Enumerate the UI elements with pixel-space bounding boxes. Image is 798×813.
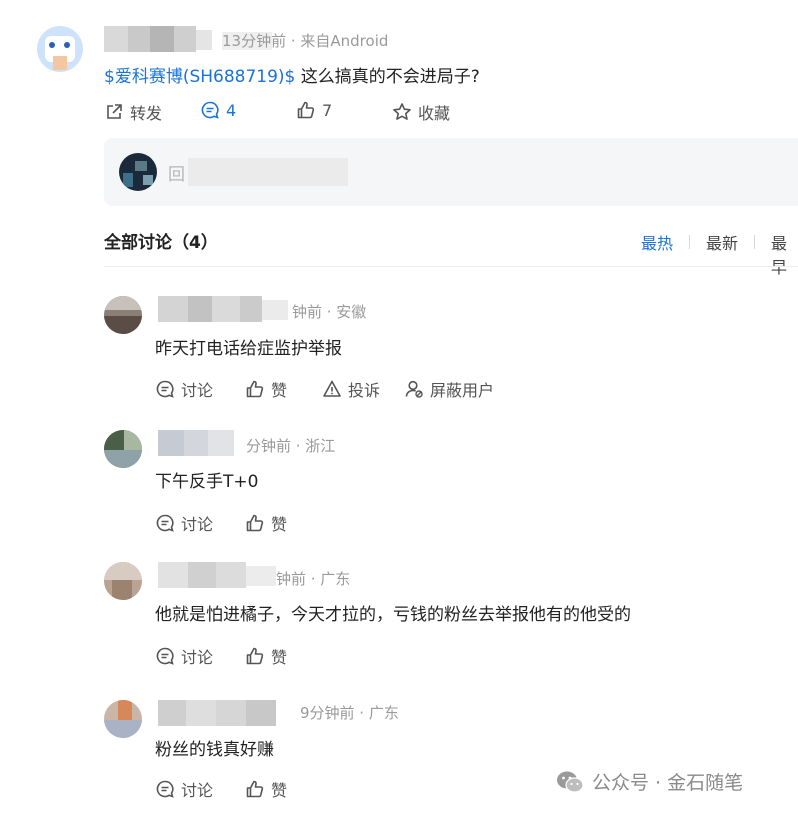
post-content: $爱科赛博(SH688719)$ 这么搞真的不会进局子? — [104, 62, 480, 87]
report-label: 投诉 — [348, 381, 381, 400]
comment-icon — [156, 647, 174, 665]
comment-text: 下午反手T+0 — [155, 472, 259, 492]
discuss-button[interactable]: 讨论 — [155, 644, 213, 668]
wechat-icon — [557, 771, 584, 793]
comment-button[interactable]: 4 — [200, 100, 236, 120]
block-user-label: 屏蔽用户 — [430, 381, 495, 400]
repost-label: 转发 — [130, 104, 163, 123]
favorite-button[interactable]: 收藏 — [392, 100, 450, 124]
discuss-button[interactable]: 讨论 — [155, 511, 213, 535]
comment-author-redacted[interactable] — [158, 700, 290, 726]
like-label: 赞 — [271, 381, 288, 400]
comment-text: 他就是怕进橘子，今天才拉的，亏钱的粉丝去举报他有的他受的 — [155, 605, 631, 625]
thumbs-up-icon — [246, 514, 264, 532]
comment-count: 4 — [226, 100, 237, 120]
like-label: 赞 — [271, 648, 288, 667]
discussion-title: 全部讨论（4） — [104, 233, 218, 253]
like-label: 赞 — [271, 515, 288, 534]
post-meta: 13分钟前 · 来自Android — [222, 32, 389, 50]
sort-divider — [754, 235, 755, 249]
discuss-label: 讨论 — [181, 381, 214, 400]
sort-hot-tab[interactable]: 最热 — [641, 230, 673, 254]
discuss-label: 讨论 — [181, 515, 214, 534]
comment-meta: 9分钟前 · 广东 — [300, 704, 399, 722]
sort-new-tab[interactable]: 最新 — [706, 230, 738, 254]
like-button[interactable]: 赞 — [245, 777, 287, 801]
comment-meta: 分钟前 · 浙江 — [246, 437, 336, 455]
report-button[interactable]: 投诉 — [322, 377, 380, 401]
comment-text: 粉丝的钱真好赚 — [155, 740, 274, 760]
repost-button[interactable]: 转发 — [104, 100, 162, 124]
comment-author-redacted[interactable] — [158, 562, 276, 588]
like-label: 赞 — [271, 781, 288, 800]
like-button[interactable]: 赞 — [245, 377, 287, 401]
discuss-label: 讨论 — [181, 648, 214, 667]
comment-text: 昨天打电话给症监护举报 — [155, 339, 342, 359]
reply-redacted — [188, 158, 348, 186]
comment-avatar[interactable] — [104, 562, 142, 600]
comment-icon — [156, 380, 174, 398]
user-block-icon — [405, 380, 423, 398]
like-count: 7 — [322, 100, 333, 120]
comment-icon — [156, 780, 174, 798]
comment-icon — [156, 514, 174, 532]
discuss-button[interactable]: 讨论 — [155, 377, 213, 401]
discuss-button[interactable]: 讨论 — [155, 777, 213, 801]
comment-meta: 钟前 · 广东 — [276, 570, 351, 588]
thumbs-up-icon — [297, 101, 315, 119]
comment-avatar[interactable] — [104, 430, 142, 468]
watermark-text: 公众号 · 金石随笔 — [592, 772, 744, 794]
favorite-label: 收藏 — [418, 104, 451, 123]
share-icon — [107, 104, 122, 119]
like-button[interactable]: 7 — [296, 100, 332, 120]
discuss-label: 讨论 — [181, 781, 214, 800]
comment-author-redacted[interactable] — [158, 296, 288, 322]
thumbs-up-icon — [246, 380, 264, 398]
star-icon — [393, 103, 411, 120]
comment-author-redacted[interactable] — [158, 430, 234, 456]
sort-divider — [689, 235, 690, 249]
reply-box[interactable]: 回 — [104, 138, 798, 206]
stock-link[interactable]: $爱科赛博(SH688719)$ — [104, 67, 295, 87]
post-author-name-redacted[interactable] — [104, 26, 272, 52]
like-button[interactable]: 赞 — [245, 511, 287, 535]
warning-icon — [323, 380, 341, 397]
comment-avatar[interactable] — [104, 296, 142, 334]
discussion-divider — [104, 266, 798, 267]
watermark: 公众号 · 金石随笔 — [556, 768, 743, 795]
comment-icon — [201, 101, 219, 119]
like-button[interactable]: 赞 — [245, 644, 287, 668]
comment-meta: 钟前 · 安徽 — [292, 303, 367, 321]
thumbs-up-icon — [246, 647, 264, 665]
thumbs-up-icon — [246, 780, 264, 798]
current-user-avatar — [119, 153, 157, 191]
post-author-avatar[interactable] — [37, 26, 83, 72]
reply-input[interactable]: 回 — [168, 160, 185, 185]
comment-avatar[interactable] — [104, 700, 142, 738]
block-user-button[interactable]: 屏蔽用户 — [404, 377, 494, 401]
post-text: 这么搞真的不会进局子? — [295, 67, 480, 87]
sort-old-tab[interactable]: 最早 — [771, 230, 798, 278]
